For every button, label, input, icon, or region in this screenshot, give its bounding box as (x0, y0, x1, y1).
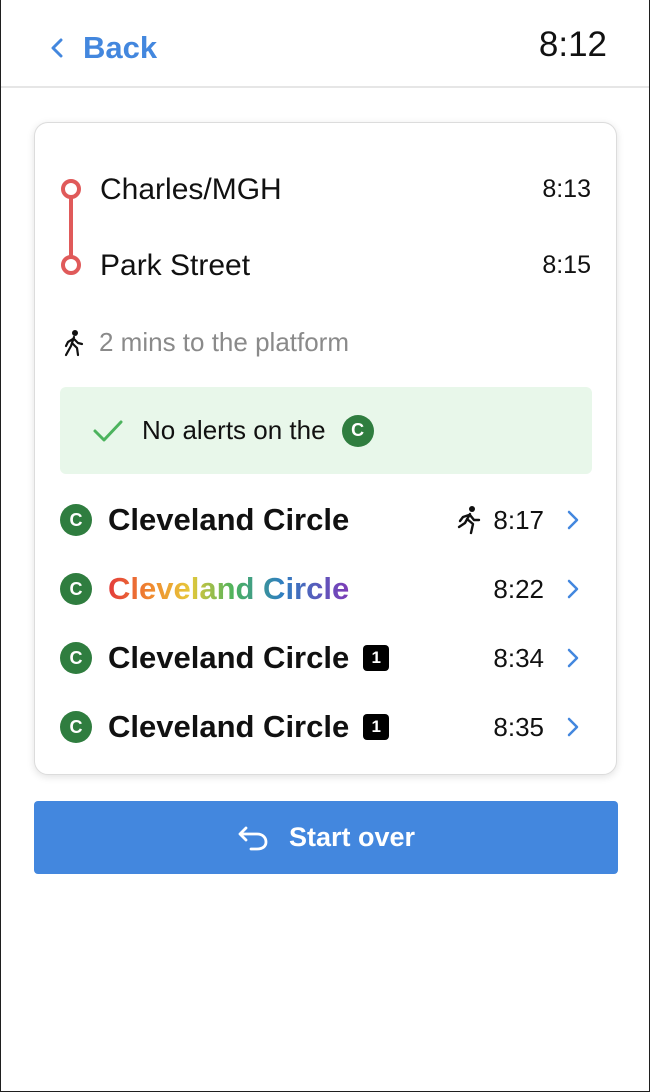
departure-destination: Cleveland Circle (108, 571, 350, 606)
departure-row[interactable]: C Cleveland Circle 1 8:34 (60, 636, 592, 680)
departure-row[interactable]: C Cleveland Circle 8:22 (60, 567, 592, 611)
walking-person-icon (64, 329, 84, 356)
check-icon (93, 420, 123, 441)
green-line-c-badge: C (60, 642, 92, 674)
chevron-right-icon (567, 579, 579, 599)
running-person-icon (458, 506, 481, 535)
chevron-right-icon (567, 648, 579, 668)
origin-stop-name: Charles/MGH (100, 173, 282, 206)
undo-arrow-icon (238, 826, 268, 850)
alert-banner: No alerts on the C (60, 387, 592, 474)
departure-destination: Cleveland Circle (108, 709, 350, 744)
chevron-left-icon (51, 38, 63, 58)
start-over-label: Start over (288, 822, 416, 852)
green-line-c-badge: C (60, 573, 92, 605)
departure-time: 8:34 (493, 642, 544, 673)
start-over-button[interactable]: Start over (34, 801, 618, 874)
origin-stop-dot (61, 179, 81, 199)
departure-time-group: 8:35 (493, 705, 580, 749)
departure-time: 8:22 (493, 573, 544, 604)
departure-time: 8:17 (493, 504, 544, 535)
trip-card: Charles/MGH 8:13 Park Street 8:15 2 mins… (34, 122, 617, 775)
green-line-c-badge: C (60, 711, 92, 743)
departure-row[interactable]: C Cleveland Circle 1 8:35 (60, 705, 592, 749)
chevron-right-icon (567, 717, 579, 737)
alert-text: No alerts on the (142, 415, 326, 445)
origin-stop-time: 8:13 (542, 175, 591, 203)
destination-stop-name: Park Street (100, 249, 251, 282)
walk-time: 2 mins to the platform (61, 327, 349, 358)
walk-text: 2 mins to the platform (99, 327, 349, 357)
green-line-c-badge: C (60, 504, 92, 536)
departure-time-group: 8:17 (455, 498, 580, 542)
departure-destination: Cleveland Circle (108, 502, 350, 537)
destination-stop-time: 8:15 (542, 251, 591, 279)
departure-time-group: 8:22 (493, 567, 580, 611)
back-label: Back (83, 30, 158, 65)
trip-screen: Back 8:12 Charles/MGH 8:13 Park Street 8… (0, 0, 650, 1092)
destination-stop-dot (61, 255, 81, 275)
top-bar: Back 8:12 (1, 0, 649, 88)
green-line-c-badge: C (341, 414, 374, 447)
departure-destination: Cleveland Circle (108, 640, 350, 675)
back-button[interactable]: Back (49, 26, 157, 70)
departure-time: 8:35 (493, 711, 544, 742)
route-line (69, 189, 73, 265)
departure-row[interactable]: C Cleveland Circle 8:17 (60, 498, 592, 542)
departure-time-group: 8:34 (493, 636, 580, 680)
car-count-badge: 1 (363, 645, 390, 671)
chevron-right-icon (567, 510, 579, 530)
current-time: 8:12 (538, 25, 607, 64)
car-count-badge: 1 (363, 714, 390, 740)
